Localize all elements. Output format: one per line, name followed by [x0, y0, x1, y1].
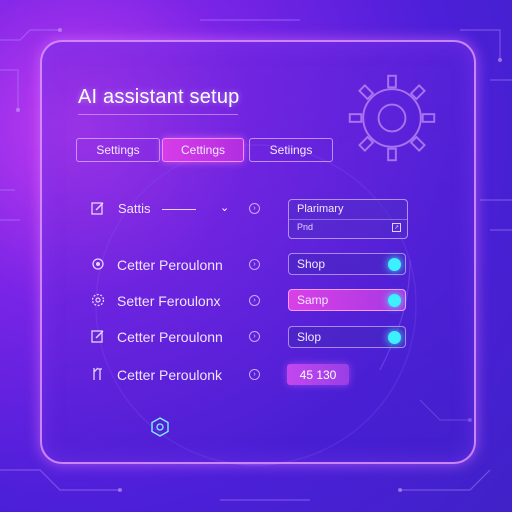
info-circle-icon[interactable]: ›: [249, 331, 260, 342]
tools-icon: [93, 367, 102, 380]
slop-field-value: Slop: [297, 330, 322, 344]
title-divider: [78, 114, 238, 115]
row-label-5: Cetter Peroulonk: [117, 367, 223, 383]
assistant-hex-icon[interactable]: [150, 417, 170, 437]
primary-dropdown[interactable]: Plarimary Pnd ↗: [288, 199, 408, 239]
info-circle-icon[interactable]: ›: [249, 369, 260, 380]
row-label-2: Cetter Peroulonn: [117, 257, 223, 273]
dropdown-value: Plarimary: [297, 203, 344, 215]
tab-settings[interactable]: Settings: [76, 138, 160, 162]
settings-icon: [91, 293, 105, 307]
gear-icon: [348, 74, 436, 162]
toggle-dot[interactable]: [388, 258, 401, 271]
slop-field[interactable]: Slop: [288, 326, 406, 348]
row-divider: [162, 209, 196, 210]
samp-field[interactable]: Samp: [288, 289, 406, 311]
samp-field-value: Samp: [297, 293, 329, 307]
toggle-dot[interactable]: [388, 294, 401, 307]
edit-icon: [91, 330, 104, 343]
page-title: AI assistant setup: [78, 86, 240, 108]
info-circle-icon[interactable]: ›: [249, 259, 260, 270]
info-circle-icon[interactable]: ›: [249, 295, 260, 306]
shop-field-value: Shop: [297, 257, 326, 271]
row-label-3: Setter Feroulonx: [117, 293, 221, 309]
edit-icon: [91, 202, 104, 215]
toggle-dot[interactable]: [388, 331, 401, 344]
tab-setiings[interactable]: Setiings: [249, 138, 333, 162]
chevron-down-icon[interactable]: ⌄: [220, 201, 229, 214]
tab-cettings[interactable]: Cettings: [162, 138, 244, 162]
dropdown-secondary: Pnd: [297, 222, 314, 232]
expand-icon[interactable]: ↗: [392, 223, 401, 232]
row-label-sattis: Sattis: [118, 201, 151, 216]
shop-field[interactable]: Shop: [288, 253, 406, 275]
value-display[interactable]: 45 130: [287, 364, 349, 385]
gear-icon: [92, 258, 104, 270]
info-circle-icon[interactable]: ›: [249, 203, 260, 214]
dropdown-divider: [289, 219, 407, 220]
row-label-4: Cetter Peroulonn: [117, 329, 223, 345]
